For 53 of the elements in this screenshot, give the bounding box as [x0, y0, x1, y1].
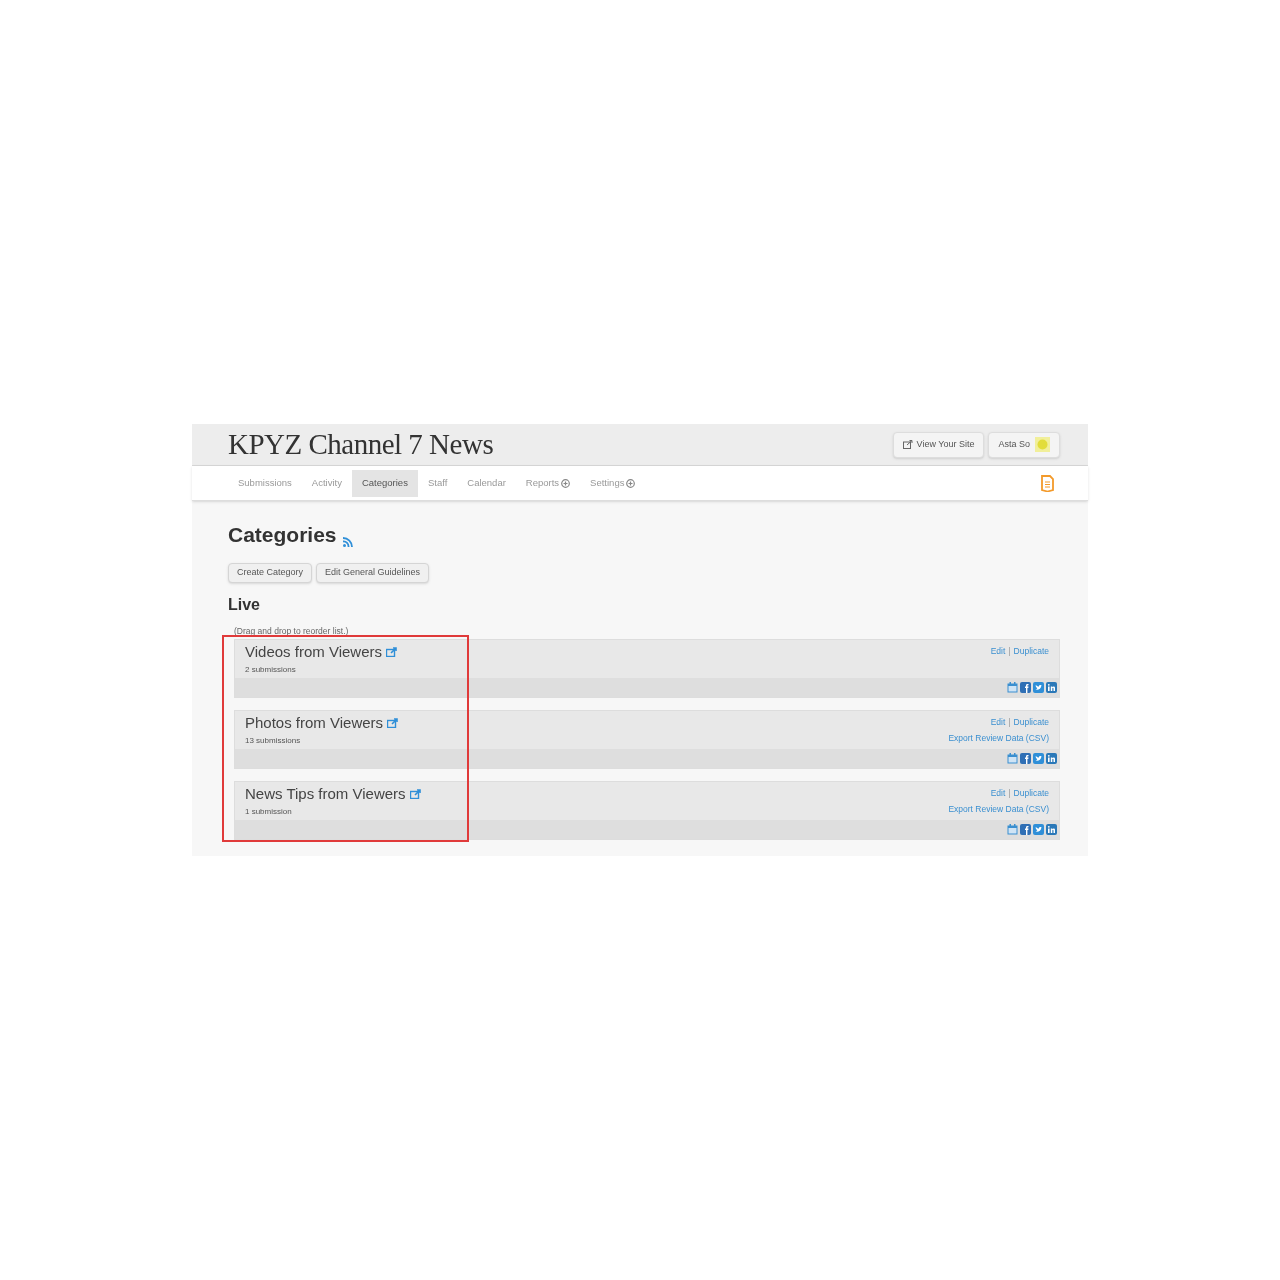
duplicate-link[interactable]: Duplicate [1013, 715, 1049, 729]
export-link[interactable]: Export Review Data (CSV) [948, 803, 1049, 817]
category-row[interactable]: News Tips from Viewers 1 submission Edit | Duplicate Export Review Data (CSV) [234, 780, 1060, 840]
facebook-icon[interactable] [1020, 823, 1031, 835]
submission-count: 13 submissions [245, 735, 302, 748]
nav-tab[interactable]: Categories [351, 469, 418, 497]
category-title: Photos from Viewers [245, 712, 384, 733]
duplicate-link[interactable]: Duplicate [1013, 644, 1049, 658]
category-title: News Tips from Viewers [245, 783, 406, 804]
submission-count: 2 submissions [245, 664, 297, 677]
nav-tab[interactable]: Reports [515, 469, 581, 497]
linkedin-icon[interactable] [1046, 681, 1057, 693]
export-link[interactable]: Export Review Data (CSV) [948, 732, 1049, 746]
view-site-button[interactable]: View Your Site [892, 431, 985, 458]
twitter-icon[interactable] [1033, 823, 1044, 835]
toolbar-button[interactable]: Create Category [228, 562, 313, 583]
rss-icon[interactable] [342, 536, 353, 547]
external-link-icon[interactable] [387, 717, 399, 728]
edit-link[interactable]: Edit [990, 786, 1006, 800]
nav-tab[interactable]: Submissions [228, 469, 302, 497]
twitter-icon[interactable] [1033, 752, 1044, 764]
nav-tab[interactable]: Calendar [457, 469, 516, 497]
category-title: Videos from Viewers [245, 641, 382, 662]
external-link-icon[interactable] [409, 788, 421, 799]
external-link-icon [902, 440, 913, 450]
edit-link[interactable]: Edit [990, 644, 1006, 658]
calendar-icon[interactable] [1007, 752, 1018, 764]
duplicate-link[interactable]: Duplicate [1013, 786, 1049, 800]
edit-link[interactable]: Edit [990, 715, 1006, 729]
document-icon[interactable] [1041, 474, 1054, 492]
linkedin-icon[interactable] [1046, 752, 1057, 764]
link-separator: | [1008, 715, 1011, 729]
page-title: Categories [228, 522, 337, 549]
calendar-icon[interactable] [1007, 823, 1018, 835]
section-title: Live [228, 594, 261, 615]
link-separator: | [1008, 644, 1011, 658]
linkedin-icon[interactable] [1046, 823, 1057, 835]
nav-tab[interactable]: Staff [417, 469, 458, 497]
submission-count: 1 submission [245, 806, 293, 819]
facebook-icon[interactable] [1020, 752, 1031, 764]
calendar-icon[interactable] [1007, 681, 1018, 693]
facebook-icon[interactable] [1020, 681, 1031, 693]
avatar-icon [1035, 437, 1050, 453]
external-link-icon[interactable] [386, 646, 397, 657]
user-button[interactable]: Asta So [988, 431, 1060, 458]
site-title: KPYZ Channel 7 News [228, 427, 494, 463]
category-row[interactable]: Photos from Viewers 13 submissions Edit | Duplicate Export Review Data (CSV) [234, 709, 1060, 769]
nav-tab[interactable]: Settings [580, 469, 646, 497]
nav-tab[interactable]: Activity [301, 469, 352, 497]
link-separator: | [1008, 786, 1011, 800]
toolbar-button[interactable]: Edit General Guidelines [316, 562, 430, 583]
twitter-icon[interactable] [1033, 681, 1044, 693]
category-row[interactable]: Videos from Viewers 2 submissions Edit | Duplicate [234, 638, 1060, 698]
